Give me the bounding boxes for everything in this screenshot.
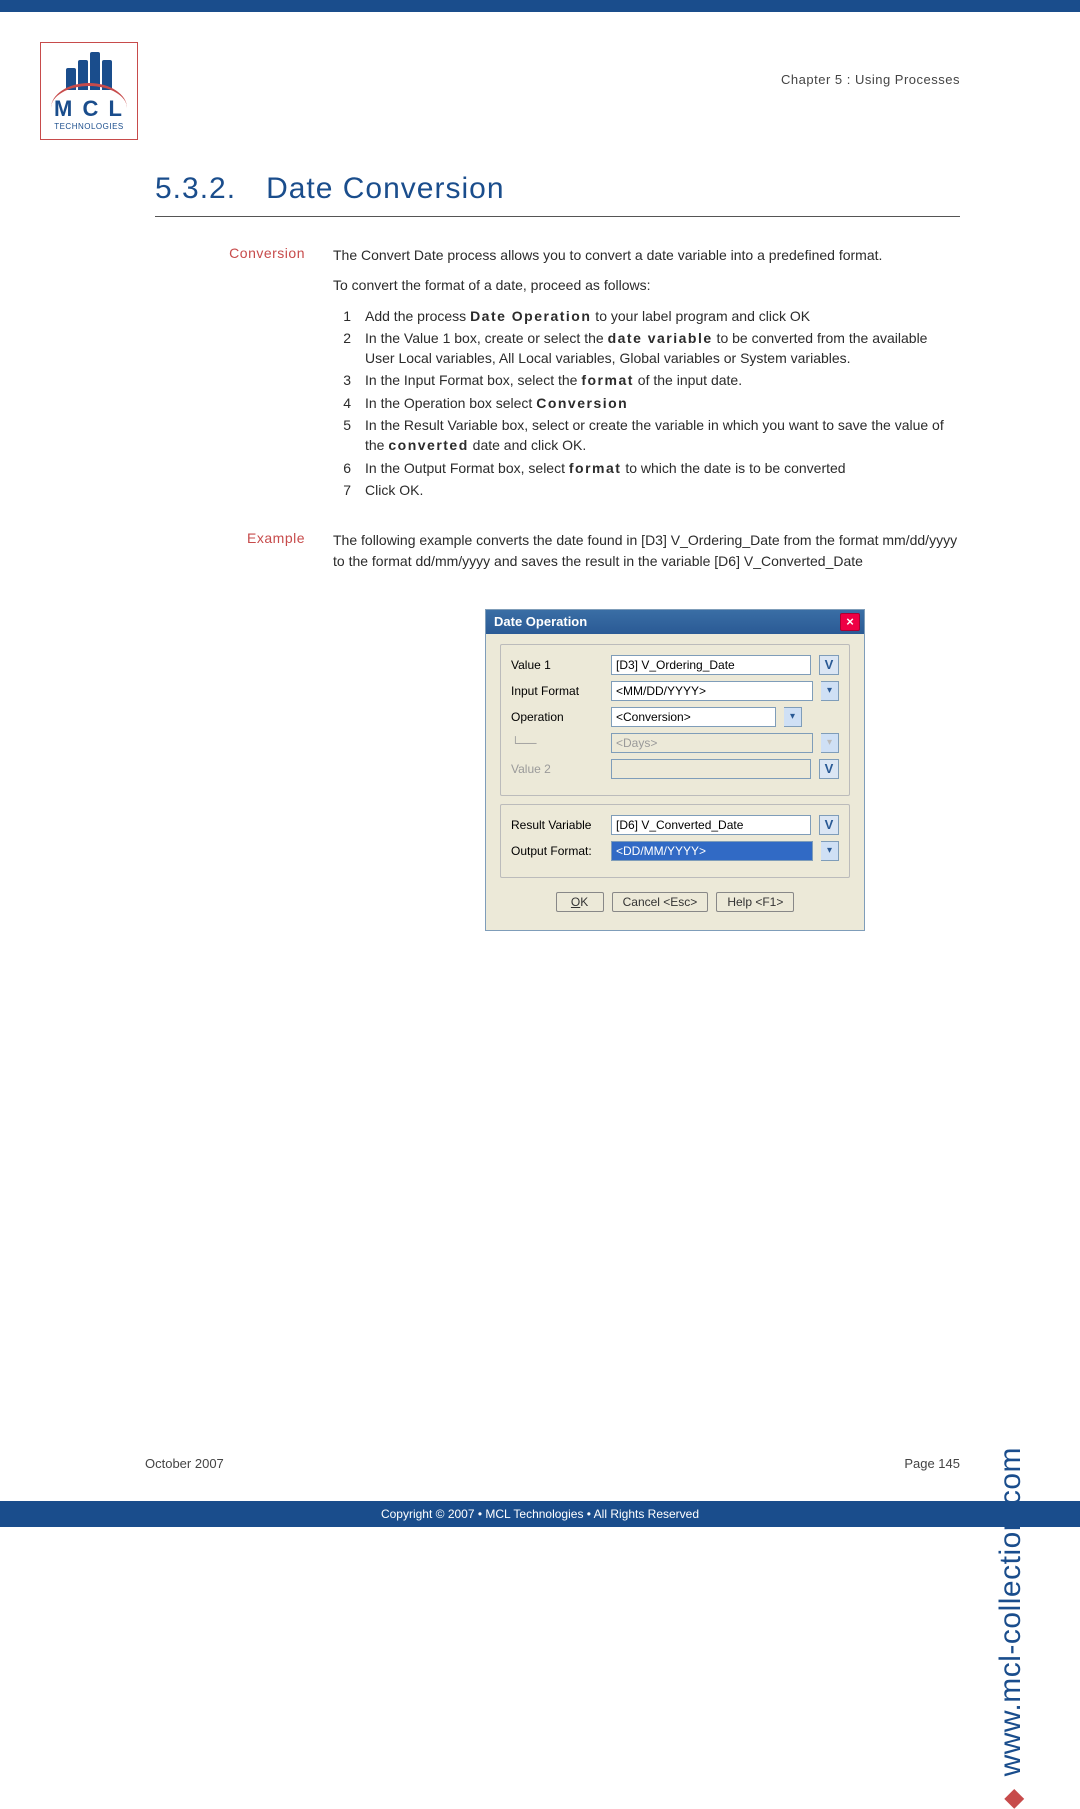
label-value2: Value 2	[511, 762, 603, 776]
step-number: 4	[333, 393, 351, 413]
dot-icon: ◆	[997, 1788, 1027, 1809]
step-emphasis: format	[569, 460, 622, 476]
step-number: 7	[333, 480, 351, 500]
label-operation: Operation	[511, 710, 603, 724]
value1-input[interactable]	[611, 655, 811, 675]
step-number: 6	[333, 458, 351, 478]
cancel-button[interactable]: Cancel <Esc>	[612, 892, 709, 912]
help-button[interactable]: Help <F1>	[716, 892, 794, 912]
step-item: 7 Click OK.	[333, 480, 960, 500]
step-item: 3 In the Input Format box, select the for…	[333, 370, 960, 390]
label-result-variable: Result Variable	[511, 818, 603, 832]
footer-page: Page 145	[904, 1456, 960, 1471]
chevron-down-icon[interactable]: ▾	[821, 681, 839, 701]
step-text: In the Operation box select Conversion	[365, 393, 960, 413]
chevron-down-icon: ▾	[821, 733, 839, 753]
variable-picker-button[interactable]: V	[819, 815, 839, 835]
step-text: Click OK.	[365, 480, 960, 500]
result-variable-input[interactable]	[611, 815, 811, 835]
copyright-bar: Copyright © 2007 • MCL Technologies • Al…	[0, 1501, 1080, 1527]
conversion-label: Conversion	[145, 245, 305, 502]
label-days-connector: └──	[511, 736, 603, 750]
logo-sub: TECHNOLOGIES	[54, 122, 124, 131]
section-name: Date Conversion	[266, 172, 504, 206]
step-text: In the Input Format box, select the form…	[365, 370, 960, 390]
label-input-format: Input Format	[511, 684, 603, 698]
section-number: 5.3.2.	[155, 172, 236, 206]
step-text: In the Value 1 box, create or select the…	[365, 328, 960, 369]
close-icon[interactable]: ×	[840, 613, 860, 631]
operation-select[interactable]	[611, 707, 776, 727]
step-number: 3	[333, 370, 351, 390]
side-url-text: www.mcl-collection.com	[994, 1447, 1027, 1776]
step-emphasis: converted	[388, 437, 468, 453]
step-emphasis: format	[581, 372, 634, 388]
example-block: Example The following example converts t…	[145, 530, 960, 581]
output-format-select[interactable]	[611, 841, 813, 861]
date-operation-dialog: Date Operation × Value 1 V Input Format …	[485, 609, 865, 931]
input-format-select[interactable]	[611, 681, 813, 701]
footer-date: October 2007	[145, 1456, 224, 1471]
step-item: 1 Add the process Date Operation to your …	[333, 306, 960, 326]
conversion-block: Conversion The Convert Date process allo…	[145, 245, 960, 502]
step-text: Add the process Date Operation to your l…	[365, 306, 960, 326]
variable-picker-button[interactable]: V	[819, 655, 839, 675]
step-item: 4 In the Operation box select Conversion	[333, 393, 960, 413]
dialog-title: Date Operation	[494, 614, 587, 629]
value2-input	[611, 759, 811, 779]
label-output-format: Output Format:	[511, 844, 603, 858]
step-emphasis: Date Operation	[470, 308, 591, 324]
variable-picker-button[interactable]: V	[819, 759, 839, 779]
conversion-lead: To convert the format of a date, proceed…	[333, 275, 960, 295]
example-label: Example	[145, 530, 305, 581]
conversion-intro: The Convert Date process allows you to c…	[333, 245, 960, 265]
step-emphasis: Conversion	[536, 395, 628, 411]
step-text: In the Output Format box, select format …	[365, 458, 960, 478]
example-text: The following example converts the date …	[333, 530, 960, 571]
label-value1: Value 1	[511, 658, 603, 672]
conversion-steps: 1 Add the process Date Operation to your …	[333, 306, 960, 501]
days-select	[611, 733, 813, 753]
step-item: 6 In the Output Format box, select format…	[333, 458, 960, 478]
step-text: In the Result Variable box, select or cr…	[365, 415, 960, 456]
step-emphasis: date variable	[608, 330, 713, 346]
step-number: 1	[333, 306, 351, 326]
step-item: 2 In the Value 1 box, create or select th…	[333, 328, 960, 369]
step-number: 2	[333, 328, 351, 369]
page: M C L TECHNOLOGIES Chapter 5 : Using Pro…	[0, 12, 1080, 1527]
chapter-header: Chapter 5 : Using Processes	[781, 72, 960, 87]
chevron-down-icon[interactable]: ▾	[821, 841, 839, 861]
ok-button[interactable]: OK	[556, 892, 604, 912]
step-number: 5	[333, 415, 351, 456]
step-item: 5 In the Result Variable box, select or c…	[333, 415, 960, 456]
logo: M C L TECHNOLOGIES	[40, 42, 138, 140]
section-title: 5.3.2. Date Conversion	[155, 172, 960, 217]
footer-line: October 2007 Page 145	[145, 1456, 960, 1471]
top-border	[0, 0, 1080, 12]
chevron-down-icon[interactable]: ▾	[784, 707, 802, 727]
content: 5.3.2. Date Conversion Conversion The Co…	[0, 12, 1080, 931]
